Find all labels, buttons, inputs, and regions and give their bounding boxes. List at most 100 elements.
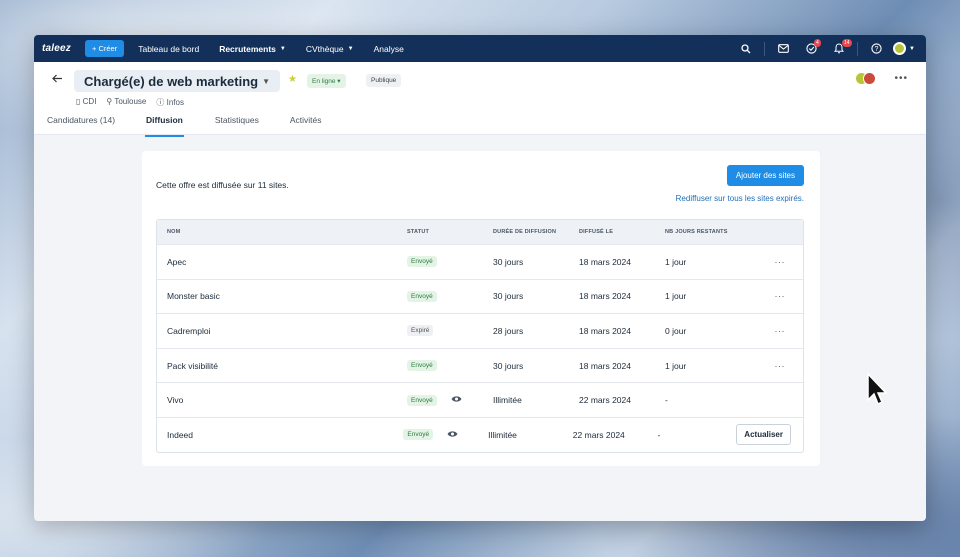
chevron-down-icon: ▼ — [279, 45, 286, 52]
date-cell: 22 mars 2024 — [572, 429, 625, 440]
more-options-icon[interactable]: ··· — [775, 257, 792, 267]
bell-icon[interactable]: 14 — [825, 39, 853, 54]
document-icon: ▯ — [76, 97, 81, 106]
status-cell: Envoyé — [407, 290, 493, 302]
avatar — [863, 72, 877, 85]
nav-divider — [857, 41, 858, 56]
duration-cell: 28 jours — [493, 325, 524, 336]
site-name: Cadremploi — [167, 325, 211, 336]
date-cell: 18 mars 2024 — [579, 291, 631, 302]
mail-icon[interactable] — [769, 44, 797, 53]
visibility-pill: Publique — [366, 74, 402, 87]
notifications-badge: 14 — [842, 39, 852, 47]
column-header-status: STATUT — [407, 229, 430, 235]
tab-candidatures[interactable]: Candidatures (14) — [46, 115, 131, 137]
column-header-name: NOM — [167, 229, 181, 235]
star-icon[interactable]: ★ — [288, 74, 297, 85]
column-header-days-left: NB JOURS RESTANTS — [665, 229, 728, 235]
days-left-cell: - — [665, 395, 668, 406]
action-cell: ··· — [745, 257, 803, 267]
status-badge: Envoyé — [403, 429, 434, 441]
tab-diffusion[interactable]: Diffusion — [145, 115, 184, 137]
job-title-selector[interactable]: Chargé(e) de web marketing ▼ — [74, 70, 280, 92]
infos-link[interactable]: ⓘ Infos — [156, 97, 184, 108]
nav-link-analyse[interactable]: Analyse — [374, 44, 404, 54]
tasks-badge: 4 — [814, 39, 821, 47]
duration-cell: 30 jours — [493, 256, 524, 267]
days-left-cell: 1 jour — [665, 256, 687, 267]
search-icon[interactable] — [732, 43, 760, 54]
navbar-actions: 4 14 ? ▼ — [732, 39, 918, 56]
table-row[interactable]: Vivo Envoyé Illimitée 22 mars 2024 - — [157, 382, 803, 417]
days-left-cell: 0 jour — [665, 325, 687, 336]
date-cell: 22 mars 2024 — [579, 395, 631, 406]
diffusion-summary: Cette offre est diffusée sur 11 sites. — [156, 180, 289, 190]
action-cell: Actualiser — [736, 424, 803, 446]
svg-text:?: ? — [874, 46, 878, 53]
table-row[interactable]: Apec Envoyé 30 jours 18 mars 2024 1 jour ··· — [157, 244, 803, 279]
more-options-icon[interactable]: ··· — [775, 326, 792, 336]
table-row[interactable]: Monster basic Envoyé 30 jours 18 mars 2024 1… — [157, 278, 803, 314]
action-cell: ··· — [745, 326, 803, 336]
table-row[interactable]: Indeed Envoyé Illimitée 22 mars 2024 - Actual… — [157, 416, 803, 452]
nav-link-label: Analyse — [373, 43, 404, 54]
more-options-icon[interactable]: ··· — [775, 291, 792, 301]
status-cell: Envoyé — [403, 429, 488, 441]
contract-info: ▯ CDI — [76, 97, 97, 106]
site-name: Vivo — [167, 395, 184, 406]
eye-icon[interactable] — [451, 395, 462, 405]
status-badge: Envoyé — [407, 394, 437, 406]
status-badge: Envoyé — [407, 256, 437, 268]
add-sites-button[interactable]: Ajouter des sites — [726, 165, 804, 186]
status-badge: Expiré — [407, 325, 434, 337]
table-row[interactable]: Pack visibilité Envoyé 30 jours 18 mars 202… — [157, 347, 803, 383]
tab-statistiques[interactable]: Statistiques — [214, 115, 275, 137]
job-tabs: Candidatures (14) Diffusion Statistiques Ac… — [46, 115, 351, 137]
duration-cell: Illimitée — [488, 429, 517, 440]
duration-cell: 30 jours — [493, 360, 524, 371]
location-info: ⚲ Toulouse — [106, 97, 147, 106]
days-left-cell: - — [657, 429, 661, 440]
job-title: Chargé(e) de web marketing — [84, 73, 259, 89]
job-meta: ▯ CDI ⚲ Toulouse ⓘ Infos — [76, 97, 184, 108]
create-button[interactable]: + Créer — [85, 40, 125, 57]
nav-link-recrutements[interactable]: Recrutements ▼ — [219, 44, 286, 54]
eye-icon[interactable] — [447, 430, 458, 440]
site-name: Indeed — [167, 429, 193, 440]
column-header-duration: DURÉE DE DIFFUSION — [493, 229, 557, 235]
table-row[interactable]: Cadremploi Expiré 28 jours 18 mars 2024 0 jo… — [157, 313, 803, 348]
more-options-icon[interactable]: ••• — [894, 73, 908, 84]
duration-cell: Illimitée — [493, 395, 522, 406]
diffusion-card: Cette offre est diffusée sur 11 sites. A… — [142, 151, 820, 466]
update-button[interactable]: Actualiser — [736, 424, 791, 446]
date-cell: 18 mars 2024 — [579, 256, 631, 267]
action-cell: ··· — [745, 361, 803, 371]
status-pill[interactable]: En ligne ▾ — [307, 74, 346, 88]
action-cell: ··· — [745, 291, 803, 301]
mouse-cursor-icon — [867, 372, 888, 406]
days-left-cell: 1 jour — [665, 291, 687, 302]
user-menu[interactable]: ▼ — [890, 42, 918, 55]
team-avatars[interactable] — [855, 72, 877, 85]
top-navbar: taleez + Créer Tableau de bord Recrutemen… — [34, 35, 926, 62]
tab-activites[interactable]: Activités — [289, 115, 338, 137]
days-left-cell: 1 jour — [665, 360, 687, 371]
nav-link-cvth-que[interactable]: CVthèque ▼ — [306, 44, 354, 54]
status-badge: Envoyé — [407, 360, 437, 372]
help-icon[interactable]: ? — [862, 43, 890, 54]
main-nav: Tableau de bord Recrutements ▼ CVthèque ▼ Ana… — [138, 44, 424, 54]
site-name: Pack visibilité — [167, 360, 219, 371]
rediffuse-expired-link[interactable]: Rediffuser sur tous les sites expirés. — [676, 194, 804, 203]
pin-icon: ⚲ — [106, 97, 113, 106]
more-options-icon[interactable]: ··· — [775, 361, 792, 371]
nav-link-label: Tableau de bord — [138, 43, 200, 54]
back-arrow-icon[interactable] — [52, 74, 63, 86]
nav-link-tableau-de-bord[interactable]: Tableau de bord — [138, 44, 199, 54]
chevron-down-icon: ▼ — [262, 76, 270, 86]
column-header-date: DIFFUSÉ LE — [579, 229, 614, 235]
app-logo[interactable]: taleez — [42, 43, 71, 54]
tasks-icon[interactable]: 4 — [797, 39, 825, 54]
chevron-down-icon: ▼ — [347, 45, 354, 52]
header-actions: ••• — [855, 72, 908, 85]
chevron-down-icon: ▼ — [909, 45, 915, 52]
